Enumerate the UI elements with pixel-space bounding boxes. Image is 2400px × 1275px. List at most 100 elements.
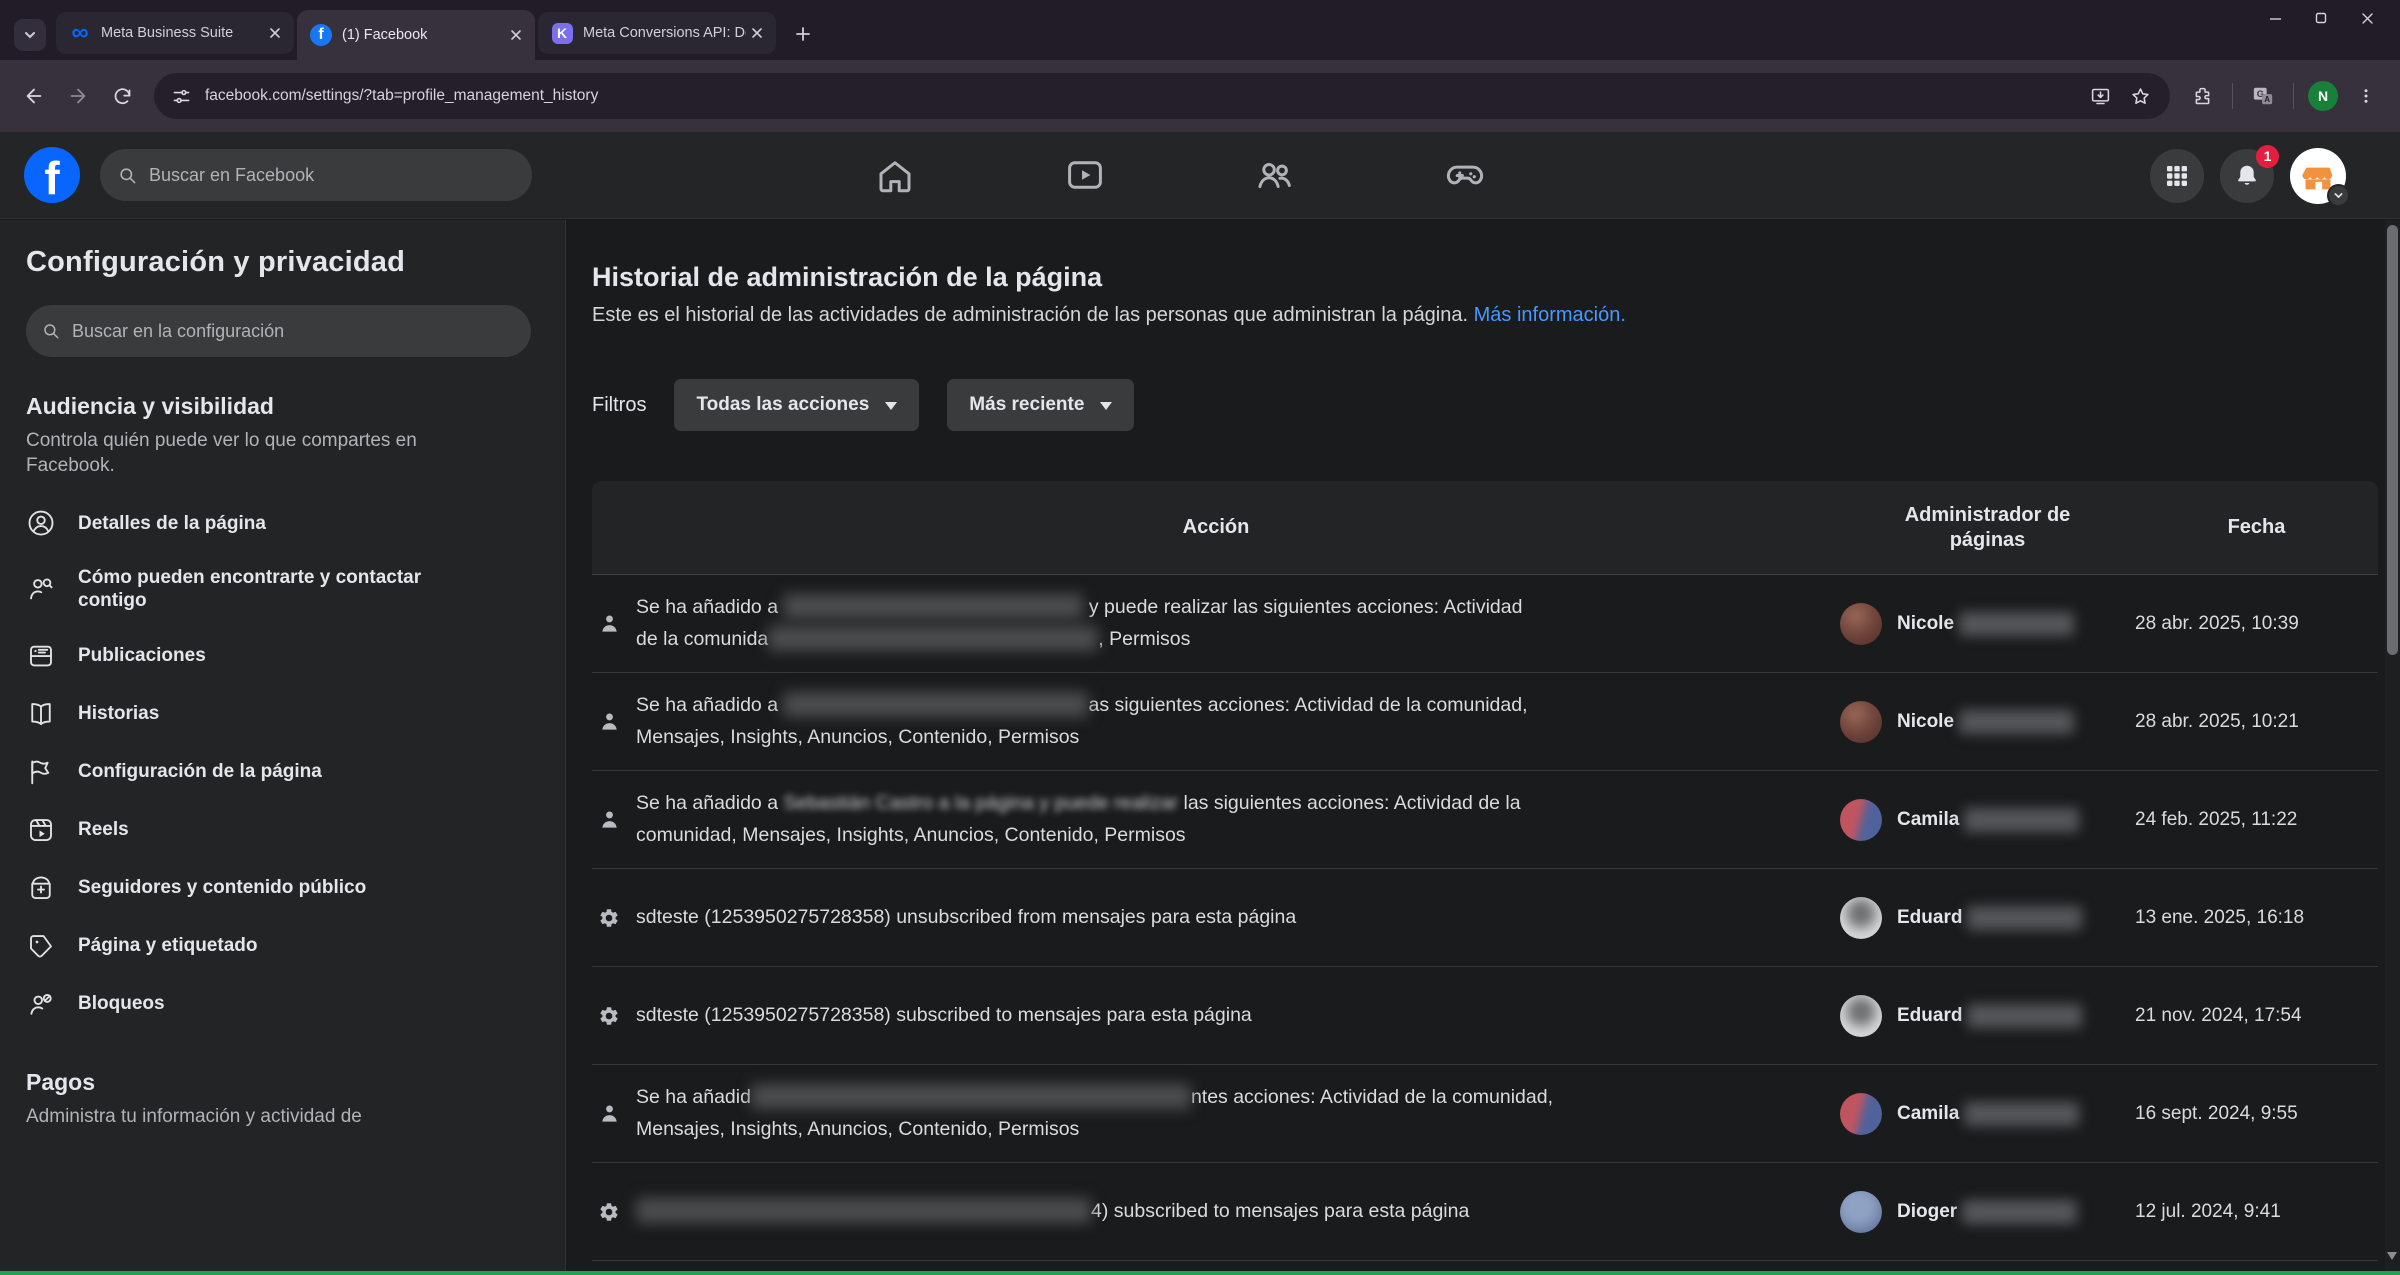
sidebar-item-label: Seguidores y contenido público [78,876,366,899]
sidebar-item[interactable]: Publicaciones [26,627,531,685]
payments-heading: Pagos [26,1069,531,1096]
minimize-button[interactable] [2252,0,2298,36]
tab-meta-conversions-api[interactable]: K Meta Conversions API: Descripc [538,12,776,54]
redacted-surname [1959,612,2074,636]
action-filter-dropdown[interactable]: Todas las acciones [674,379,919,431]
svg-text:A: A [2264,95,2270,104]
bookmark-star-icon[interactable] [2120,76,2160,116]
table-row: Se ha añadido a Sebastián Castro a la pá… [592,771,2378,869]
admin-cell: Nicole [1840,701,2135,743]
sidebar-item[interactable]: Página y etiquetado [26,917,531,975]
sidebar-item[interactable]: Configuración de la página [26,743,531,801]
close-icon[interactable] [746,22,768,44]
redacted-surname [1962,1200,2077,1224]
admin-name: Nicole [1897,613,1954,635]
settings-search-input[interactable]: Buscar en la configuración [26,305,531,357]
gaming-icon[interactable] [1444,154,1488,198]
date-cell: 13 ene. 2025, 16:18 [2135,907,2378,929]
date-cell: 16 sept. 2024, 9:55 [2135,1103,2378,1125]
chevron-down-icon [1100,402,1112,416]
book-icon [26,699,56,729]
browser-profile-avatar[interactable]: N [2308,81,2338,111]
sidebar-item-label: Publicaciones [78,644,206,667]
action-text: Mensajes, Insights, Anuncios, Contenido,… [636,726,1079,748]
table-rows: Se ha añadido a y puede realizar las sig… [592,575,2378,1261]
action-cell: Se ha añadidntes acciones: Actividad de … [636,1082,1796,1144]
action-text: Se ha añadido a [636,596,783,618]
redacted-surname [1967,1004,2082,1028]
extensions-icon[interactable] [2180,74,2224,118]
admin-cell: Camila [1840,1093,2135,1135]
notifications-button[interactable]: 1 [2220,149,2274,203]
action-text: 4) subscribed to mensajes para esta pági… [1091,1200,1469,1222]
facebook-home-logo[interactable]: f [24,147,80,203]
install-app-icon[interactable] [2080,76,2120,116]
back-button[interactable] [12,74,56,118]
action-cell: 4) subscribed to mensajes para esta pági… [636,1196,1796,1227]
tab-facebook[interactable]: f (1) Facebook [297,10,535,60]
person-circle-icon [26,508,56,538]
facebook-header-right: 1 [2150,132,2346,219]
translate-icon[interactable]: GA [2241,74,2285,118]
sidebar-item-label: Cómo pueden encontrarte y contactar cont… [78,566,488,612]
close-icon[interactable] [505,24,527,46]
window-controls [2252,0,2390,36]
person-icon [592,808,636,831]
column-header-date: Fecha [2135,516,2378,539]
person-icon [592,612,636,635]
sidebar-item-label: Detalles de la página [78,512,266,535]
avatar [1840,995,1882,1037]
table-row: Se ha añadidntes acciones: Actividad de … [592,1065,2378,1163]
close-window-button[interactable] [2344,0,2390,36]
chevron-down-icon [885,402,897,416]
tag-icon [26,931,56,961]
admin-name: Nicole [1897,711,1954,733]
groups-icon[interactable] [1254,154,1298,198]
follower-add-icon [26,873,56,903]
tab-meta-business-suite[interactable]: ∞ Meta Business Suite [56,12,294,54]
action-text: , Permisos [1098,628,1190,650]
reels-icon [26,815,56,845]
action-cell: Se ha añadido a Sebastián Castro a la pá… [636,788,1796,850]
forward-button[interactable] [56,74,100,118]
redacted-text [783,594,1083,619]
watch-icon[interactable] [1064,154,1108,198]
menu-grid-button[interactable] [2150,149,2204,203]
site-settings-icon[interactable] [172,87,191,106]
action-text: sdteste (1253950275728358) unsubscribed … [636,906,1296,928]
new-tab-button[interactable] [787,18,819,50]
settings-page: Configuración y privacidad Buscar en la … [0,220,2400,1271]
sidebar-item[interactable]: Reels [26,801,531,859]
tab-label: (1) Facebook [342,27,505,43]
sidebar-item[interactable]: Historias [26,685,531,743]
sidebar-item[interactable]: Cómo pueden encontrarte y contactar cont… [26,552,531,626]
settings-sidebar: Configuración y privacidad Buscar en la … [0,220,566,1271]
sidebar-item[interactable]: Bloqueos [26,975,531,1033]
column-header-admin: Administrador de páginas [1840,503,2135,553]
maximize-button[interactable] [2298,0,2344,36]
facebook-search-input[interactable]: Buscar en Facebook [100,149,532,201]
sidebar-item[interactable]: Seguidores y contenido público [26,859,531,917]
date-cell: 12 jul. 2024, 9:41 [2135,1201,2378,1223]
action-text: ntes acciones: Actividad de la comunidad… [1191,1086,1553,1108]
close-icon[interactable] [264,22,286,44]
home-icon[interactable] [874,154,918,198]
reload-button[interactable] [100,74,144,118]
admin-name: Camila [1897,809,1959,831]
tab-search-button[interactable] [14,19,46,51]
learn-more-link[interactable]: Más información. [1474,304,1626,326]
scrollbar-thumb[interactable] [2387,225,2398,655]
browser-toolbar: facebook.com/settings/?tab=profile_manag… [0,60,2400,132]
address-bar[interactable]: facebook.com/settings/?tab=profile_manag… [154,73,2170,119]
search-icon [42,322,60,340]
browser-menu-icon[interactable] [2344,74,2388,118]
page-profile-avatar[interactable] [2290,148,2346,204]
posts-icon [26,641,56,671]
sidebar-item[interactable]: Detalles de la página [26,494,531,552]
sort-filter-dropdown[interactable]: Más reciente [947,379,1134,431]
flag-icon [26,757,56,787]
date-cell: 28 abr. 2025, 10:21 [2135,711,2378,733]
table-row: 4) subscribed to mensajes para esta pági… [592,1163,2378,1261]
redacted-surname [1964,1102,2079,1126]
scroll-down-arrow[interactable] [2387,1252,2397,1265]
